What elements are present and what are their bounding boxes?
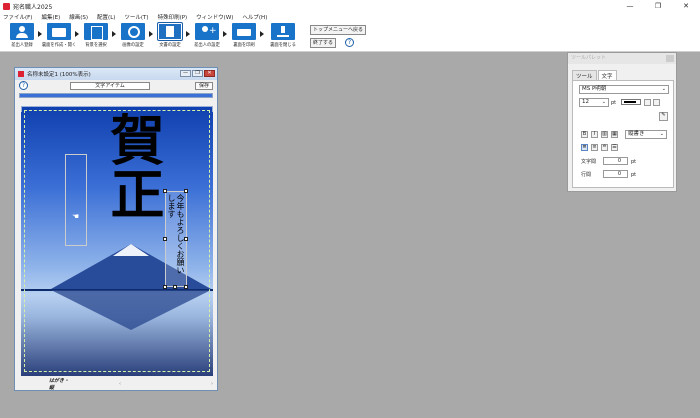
resize-handle[interactable] [184,189,188,193]
chevron-down-icon: ⌄ [659,131,664,137]
bold-button[interactable]: B [581,131,588,138]
doc-restore-icon[interactable]: ❐ [192,70,203,77]
font-select[interactable]: MS P明朝 ⌄ [579,85,669,94]
resize-handle[interactable] [163,285,167,289]
menu-edit[interactable]: 編集(E) [41,13,60,21]
add-person-icon [195,23,219,40]
align-center-icon[interactable]: ≡ [591,144,598,151]
menu-window[interactable]: ウィンドウ(W) [196,13,233,21]
image-settings-icon [121,23,145,40]
eyedropper-icon[interactable]: ✎ [659,112,668,121]
sender-settings-button[interactable]: 差出人の設定 [189,23,225,50]
resize-handle[interactable] [173,285,177,289]
menu-special-print[interactable]: 特殊印刷(P) [158,13,188,21]
chevron-down-icon: ⌄ [661,86,666,92]
line-spacing-input[interactable]: 0 [603,170,628,178]
document-toolbar: ? 文字アイテム 保存 [15,80,217,91]
restore-icon[interactable]: ❐ [644,0,672,12]
document-title: 名称未設定1 (100%表示) [27,72,91,78]
document-icon [18,71,24,77]
line-spacing-unit: pt [631,172,637,178]
title-bar: 宛名職人2025 — ❐ ✕ [0,0,700,12]
empty-text-frame[interactable] [65,154,87,246]
scroll-left-icon[interactable]: ‹ [119,381,121,387]
close-back-button[interactable]: 裏面を閉じる [265,23,301,50]
item-type-field[interactable]: 文字アイテム [70,82,150,90]
tool-palette: ツールパレット ツール 文字 MS P明朝 ⌄ 12 ⌄ pt ✎ B I ▥ … [567,52,677,192]
window-controls: — ❐ ✕ [616,0,700,12]
hand-cursor-icon: ☚ [72,212,80,221]
window-title: 宛名職人2025 [13,3,53,11]
person-icon [10,23,34,40]
palette-body: MS P明朝 ⌄ 12 ⌄ pt ✎ B I ▥ ▦ 縦書き ⌄ ≣ ≡ ≘ ☰… [572,80,674,188]
chevron-down-icon: ⌄ [601,99,606,105]
menu-file[interactable]: ファイル(F) [3,13,32,21]
top-menu-button[interactable]: トップメニューへ戻る [310,25,367,35]
message-text[interactable]: 今年もよろしくお願いします [167,194,185,274]
size-unit-label: pt [611,100,617,106]
menu-draw[interactable]: 線画(S) [69,13,88,21]
document-settings-button[interactable]: 文書の設定 [152,22,188,50]
char-spacing-label: 文字間 [581,159,597,165]
resize-handle[interactable] [184,237,188,241]
doc-minimize-icon[interactable]: — [180,70,191,77]
download-icon [271,23,295,40]
save-button[interactable]: 保存 [194,82,213,90]
app-icon [3,2,10,10]
outline-icon[interactable]: ▥ [601,131,608,138]
char-spacing-unit: pt [631,159,637,165]
sender-register-button[interactable]: 差出人登録 [4,23,40,50]
printer-icon [232,23,256,40]
text-color-picker[interactable] [621,99,641,105]
char-spacing-input[interactable]: 0 [603,157,628,165]
progress-bar [19,93,213,98]
open-back-button[interactable]: 裏面を作成・開く [41,23,77,50]
menu-layout[interactable]: 配置(L) [97,13,115,21]
font-size-select[interactable]: 12 ⌄ [579,98,609,107]
menu-tools[interactable]: ツール(T) [124,13,148,21]
line-spacing-label: 行間 [581,172,592,178]
palette-title-bar: ツールパレット [568,53,676,64]
postcard-canvas[interactable]: 賀正 ☚ 今年もよろしくお願いします [21,106,213,376]
align-top-icon[interactable]: ≣ [581,144,588,151]
menu-bar: ファイル(F) 編集(E) 線画(S) 配置(L) ツール(T) 特殊印刷(P)… [0,12,700,22]
resize-handle[interactable] [184,285,188,289]
progress-fill [20,94,212,97]
palette-color-icon[interactable] [653,99,660,106]
folder-icon [47,23,71,40]
palette-close-icon[interactable] [666,55,674,62]
document-window: 名称未設定1 (100%表示) — ❐ ✕ ? 文字アイテム 保存 賀正 ☚ 今… [14,67,218,391]
resize-handle[interactable] [163,237,167,241]
card-type-label: はがき・縦 [49,378,70,391]
menu-help[interactable]: ヘルプ(H) [242,13,267,21]
document-controls: — ❐ ✕ [179,70,215,77]
help-icon[interactable]: ? [345,38,354,47]
shadow-icon[interactable]: ▦ [611,131,618,138]
italic-button[interactable]: I [591,131,598,138]
document-title-bar: 名称未設定1 (100%表示) — ❐ ✕ [15,68,217,80]
document-status-bar: はがき・縦 ‹ › [21,378,213,391]
toolbar: 差出人登録 裏面を作成・開く 背景を選択 画像の設定 文書の設定 差出人の設定 … [0,22,700,52]
image-settings-button[interactable]: 画像の設定 [115,23,151,50]
step-arrow-icon [260,31,264,37]
align-justify-icon[interactable]: ☰ [611,144,618,151]
scroll-right-icon[interactable]: › [211,381,213,387]
exit-button[interactable]: 終了する [310,38,337,48]
greeting-text[interactable]: 賀正 [101,112,165,220]
select-background-button[interactable]: 背景を選択 [78,23,114,50]
palette-title: ツールパレット [571,55,607,61]
document-settings-icon [157,22,183,41]
minimize-icon[interactable]: — [616,0,644,12]
photo-icon [84,23,108,40]
text-direction-select[interactable]: 縦書き ⌄ [625,130,667,139]
close-icon[interactable]: ✕ [672,0,700,12]
doc-close-icon[interactable]: ✕ [204,70,215,77]
print-back-button[interactable]: 裏面を印刷 [226,23,262,50]
doc-help-icon[interactable]: ? [19,81,28,90]
resize-handle[interactable] [163,189,167,193]
color-swatch-icon[interactable] [644,99,651,106]
align-bottom-icon[interactable]: ≘ [601,144,608,151]
